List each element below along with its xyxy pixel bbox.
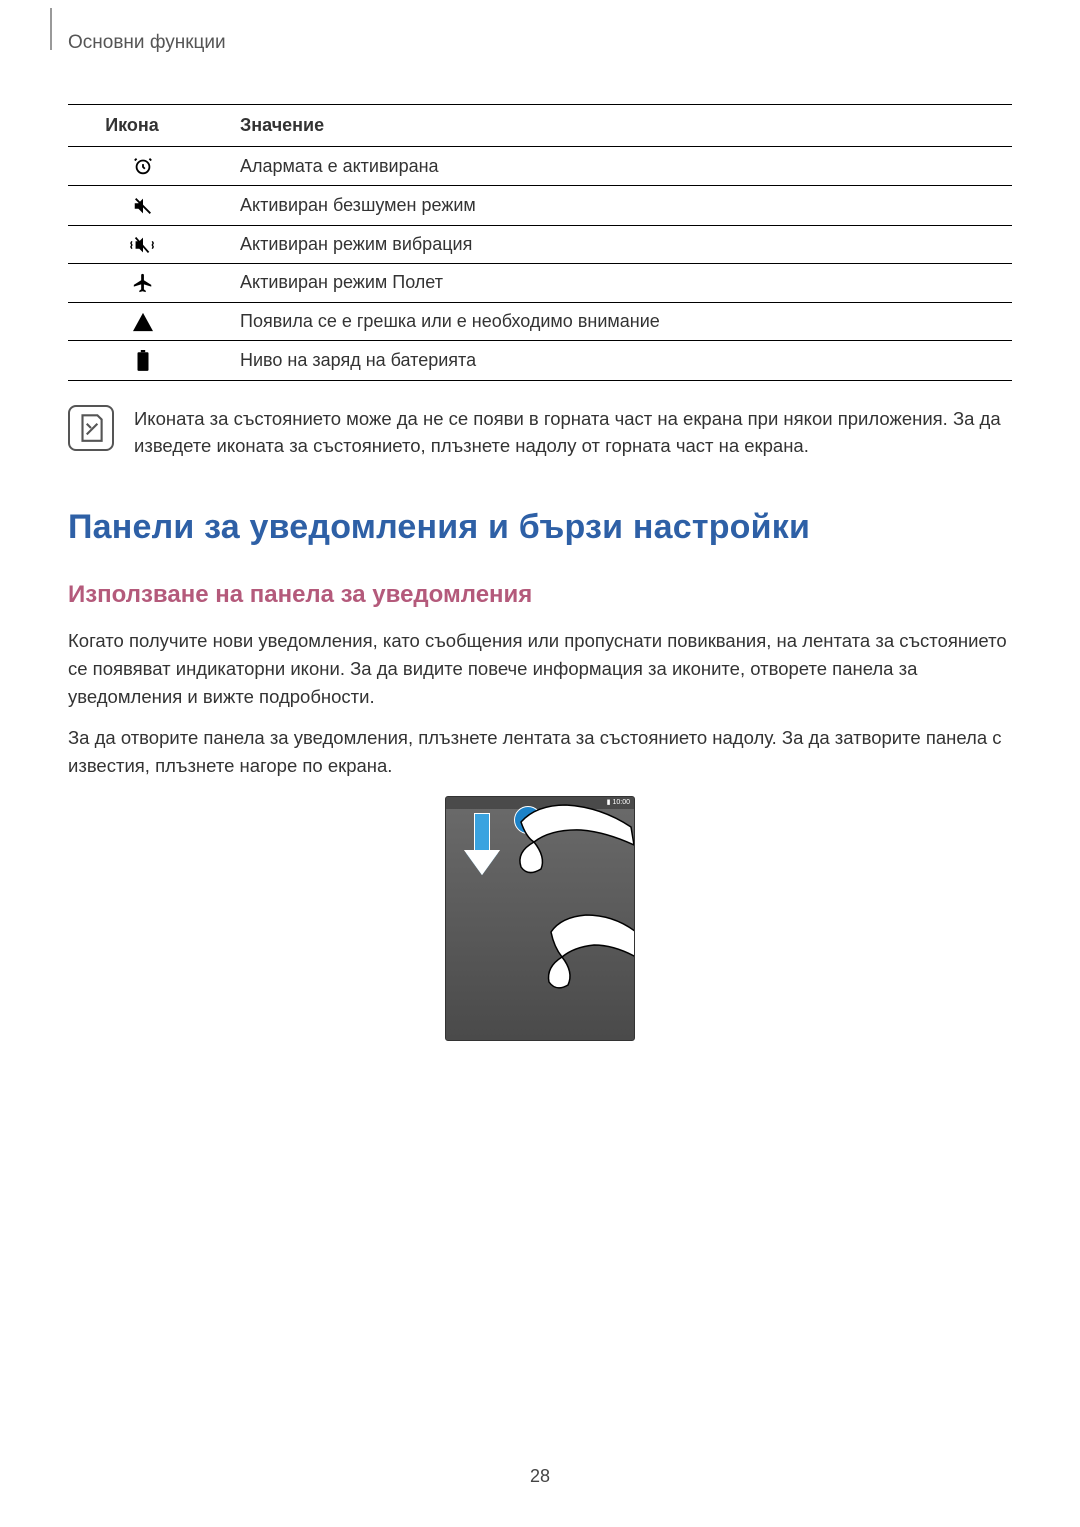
page-number: 28: [0, 1466, 1080, 1487]
subsection-title: Използване на панела за уведомления: [68, 581, 1012, 609]
alarm-icon: [68, 147, 218, 186]
airplane-icon: [68, 263, 218, 302]
table-header-icon: Икона: [68, 105, 218, 147]
note-callout: Иконата за състоянието може да не се поя…: [68, 405, 1012, 461]
note-text: Иконата за състоянието може да не се поя…: [134, 405, 1012, 461]
battery-icon: [68, 341, 218, 380]
table-cell-meaning: Появила се е грешка или е необходимо вни…: [218, 303, 1012, 341]
table-row: Активиран режим Полет: [68, 263, 1012, 302]
table-row: Активиран режим вибрация: [68, 225, 1012, 263]
vibrate-icon: [68, 225, 218, 263]
mute-icon: [68, 186, 218, 225]
table-cell-meaning: Активиран режим Полет: [218, 263, 1012, 302]
illustration: ▮ 10:00: [68, 796, 1012, 1041]
icon-meaning-table: Икона Значение Алармата е активирана: [68, 104, 1012, 381]
table-header-row: Икона Значение: [68, 105, 1012, 147]
table-row: Алармата е активирана: [68, 147, 1012, 186]
table-cell-meaning: Алармата е активирана: [218, 147, 1012, 186]
section-title: Панели за уведомления и бързи настройки: [68, 508, 1012, 547]
page-content: Основни функции Икона Значение Алармата …: [0, 0, 1080, 1041]
body-paragraph: За да отворите панела за уведомления, пл…: [68, 724, 1012, 780]
table-row: Ниво на заряд на батерията: [68, 341, 1012, 380]
warning-icon: [68, 303, 218, 341]
chapter-header: Основни функции: [68, 32, 1012, 54]
table-row: Появила се е грешка или е необходимо вни…: [68, 303, 1012, 341]
body-paragraph: Когато получите нови уведомления, като с…: [68, 627, 1012, 710]
table-row: Активиран безшумен режим: [68, 186, 1012, 225]
hand-gesture-icon: [446, 797, 635, 1041]
table-cell-meaning: Активиран безшумен режим: [218, 186, 1012, 225]
device-illustration: ▮ 10:00: [445, 796, 635, 1041]
table-header-meaning: Значение: [218, 105, 1012, 147]
note-icon: [68, 405, 114, 451]
table-cell-meaning: Ниво на заряд на батерията: [218, 341, 1012, 380]
table-cell-meaning: Активиран режим вибрация: [218, 225, 1012, 263]
section-marker: [50, 8, 52, 50]
